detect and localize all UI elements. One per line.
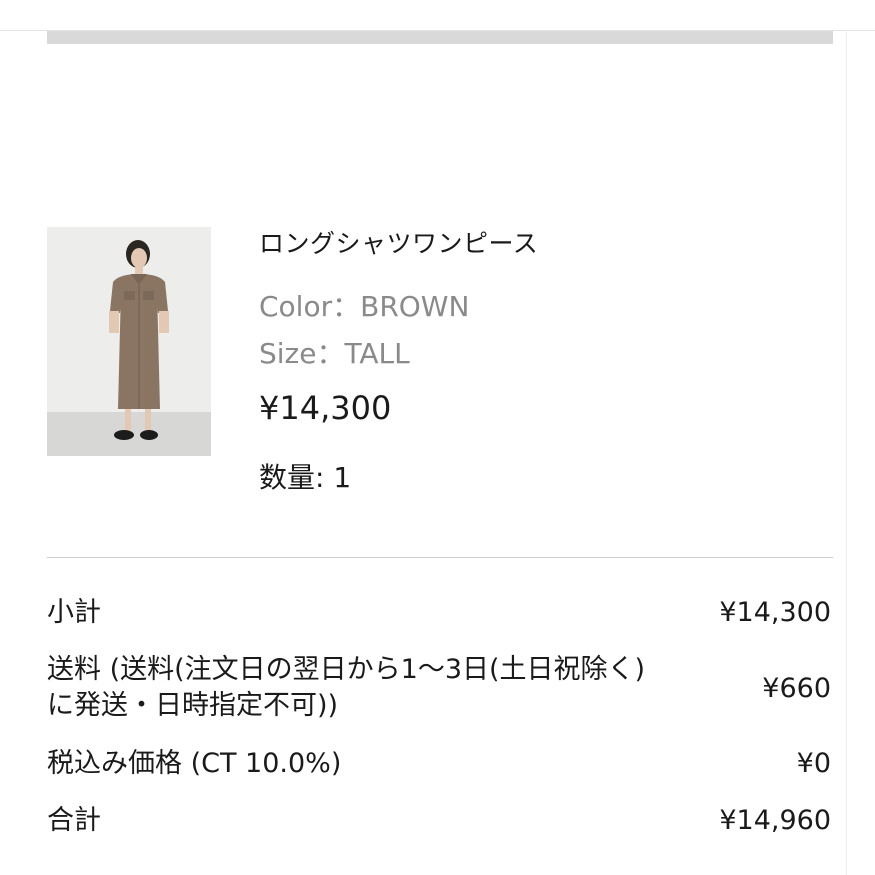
product-image[interactable] (47, 227, 211, 456)
order-summary-page: ロングシャツワンピース Color：BROWN Size：TALL ¥14,30… (0, 0, 875, 875)
tax-label: 税込み価格 (CT 10.0%) (47, 748, 342, 779)
right-border (846, 30, 847, 875)
product-price: ¥14,300 (259, 389, 392, 427)
shipping-value: ¥660 (762, 673, 831, 704)
product-color: Color：BROWN (259, 290, 470, 323)
shipping-label: 送料 (送料(注文日の翌日から1〜3日(土日祝除く)に発送・日時指定不可)) (47, 654, 646, 721)
total-label: 合計 (47, 805, 101, 836)
subtotal-value: ¥14,300 (719, 597, 831, 628)
tax-value: ¥0 (796, 748, 831, 779)
product-quantity: 数量: 1 (259, 461, 352, 494)
total-value: ¥14,960 (719, 805, 831, 836)
section-divider (47, 557, 833, 558)
product-name[interactable]: ロングシャツワンピース (259, 226, 538, 262)
product-size: Size：TALL (259, 337, 410, 370)
subtotal-label: 小計 (47, 597, 101, 628)
dress-photo-icon (47, 227, 211, 456)
header-bar (47, 31, 833, 44)
